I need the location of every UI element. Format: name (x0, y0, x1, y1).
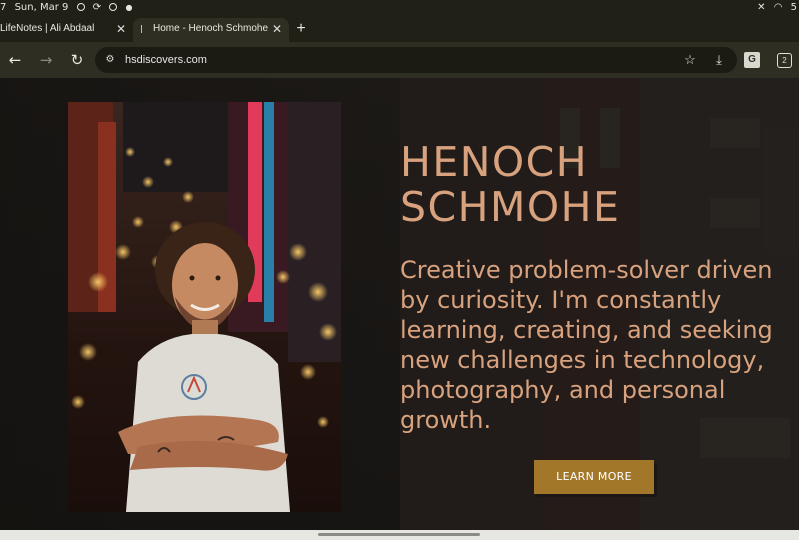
forward-arrow-icon[interactable]: → (36, 50, 56, 70)
learn-more-button[interactable]: LEARN MORE (534, 460, 654, 494)
mute-icon: ✕ (757, 2, 766, 13)
do-not-disturb-icon (109, 3, 118, 11)
tune-icon[interactable]: ⚙ (103, 53, 117, 67)
hero-name-line-1: HENOCH (400, 138, 589, 186)
browser-toolbar: ← → ↻ ⚙ hsdiscovers.com ☆ ⤓ G 2 (0, 42, 799, 78)
new-tab-button[interactable]: + (293, 18, 309, 40)
wifi-icon: ◠ (773, 2, 783, 13)
status-date: Sun, Mar 9 (14, 2, 69, 13)
hero-name-line-2: SCHMOHE (400, 183, 621, 231)
close-tab-icon[interactable]: ✕ (116, 18, 126, 40)
status-bar-left: 7 Sun, Mar 9 ⟳ ● (0, 2, 137, 13)
favicon-icon (141, 25, 147, 33)
tab-title: LifeNotes | Ali Abdaal (0, 23, 95, 34)
tab-title: Home - Henoch Schmohe (153, 23, 269, 34)
status-bar: 7 Sun, Mar 9 ⟳ ● ✕ ◠ 5 (0, 0, 799, 16)
notification-icon (76, 3, 85, 11)
hero-tagline: Creative problem-solver driven by curios… (400, 256, 773, 434)
close-tab-icon[interactable]: ✕ (272, 18, 282, 40)
gesture-handle[interactable] (318, 533, 480, 536)
address-bar[interactable]: ⚙ hsdiscovers.com ☆ ⤓ (95, 47, 737, 73)
tab-switcher-icon[interactable]: 2 (777, 53, 792, 68)
translate-icon[interactable]: G (744, 52, 760, 68)
status-time: 7 (0, 2, 7, 13)
tab-strip: LifeNotes | Ali Abdaal ✕ Home - Henoch S… (0, 16, 799, 42)
navigation-bar (0, 530, 799, 540)
status-bar-right: ✕ ◠ 5 (752, 2, 797, 13)
url-text[interactable]: hsdiscovers.com (125, 47, 207, 73)
portrait-illustration (68, 102, 341, 512)
hero-name: HENOCH SCHMOHE (400, 140, 760, 230)
more-notifications-icon: ● (125, 3, 133, 12)
star-icon[interactable]: ☆ (681, 51, 699, 69)
tab-lifenotes[interactable]: LifeNotes | Ali Abdaal ✕ (0, 18, 132, 42)
download-icon[interactable]: ⤓ (710, 51, 728, 69)
tab-home-henoch-schmohe[interactable]: Home - Henoch Schmohe ✕ (133, 18, 289, 42)
reload-icon[interactable]: ↻ (67, 50, 87, 70)
profile-photo (68, 102, 341, 512)
battery-level: 5 (790, 2, 797, 13)
page-hero: HENOCH SCHMOHE Creative problem-solver d… (0, 78, 799, 530)
back-arrow-icon[interactable]: ← (5, 50, 25, 70)
sync-icon: ⟳ (92, 2, 102, 13)
